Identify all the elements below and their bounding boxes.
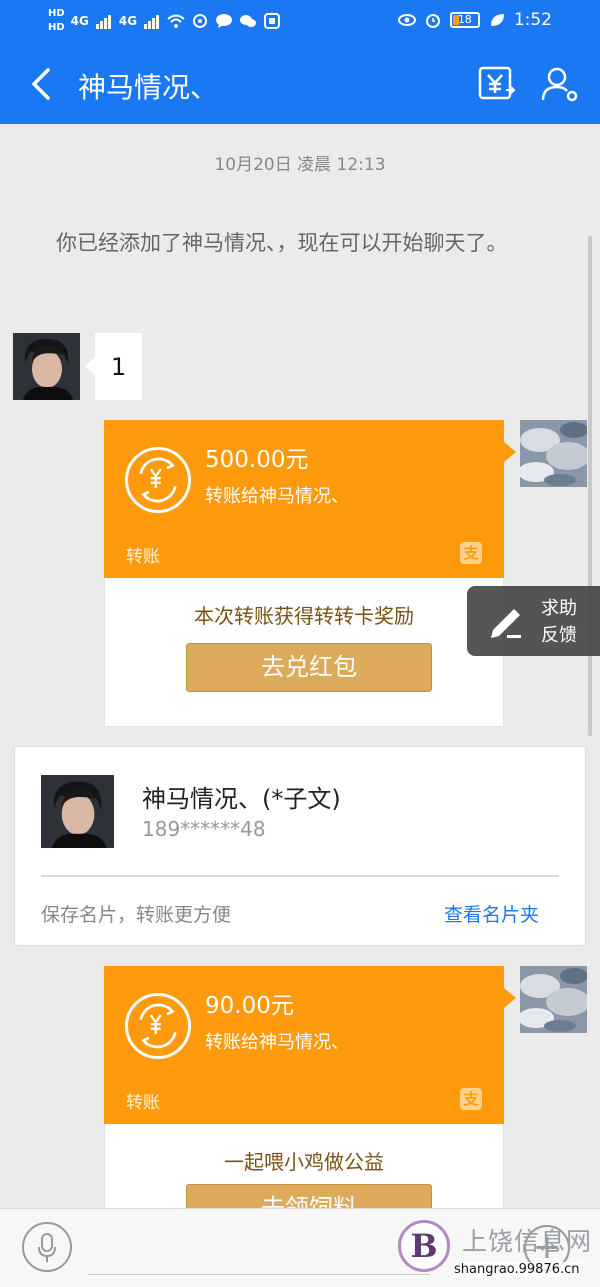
transfer-reward-section: 本次转账获得转转卡奖励 去兑红包	[104, 578, 504, 727]
transfer-card-header[interactable]: 90.00元 转账给神马情况、 转账 支	[104, 966, 516, 1124]
message-input[interactable]	[88, 1274, 430, 1275]
hd-top: HD	[48, 8, 65, 19]
sky-image	[520, 420, 587, 487]
feedback-line-2: 反馈	[541, 625, 577, 646]
voice-input-button[interactable]	[22, 1222, 72, 1272]
system-message: 你已经添加了神马情况、，现在可以开始聊天了。	[56, 231, 508, 255]
wechat-icon	[240, 15, 257, 27]
save-card-hint: 保存名片，转账更方便	[41, 904, 232, 926]
signal-bars-icon	[144, 15, 160, 29]
transfer-card-header[interactable]: 500.00元 转账给神马情况、 转账 支	[104, 420, 516, 578]
app-notification-icon	[264, 13, 281, 29]
transfer-card[interactable]: 500.00元 转账给神马情况、 转账 支 本次转账获得转转卡奖励 去兑红包	[104, 420, 516, 727]
portrait-image	[41, 775, 114, 848]
card-avatar	[41, 775, 114, 848]
sync-icon	[193, 14, 208, 28]
transfer-amount: 90.00元	[205, 993, 294, 1019]
eye-icon	[397, 14, 416, 26]
contact-avatar[interactable]	[13, 333, 80, 400]
portrait-image	[13, 333, 80, 400]
signal-1-label: 4G	[70, 14, 89, 28]
back-arrow-icon[interactable]	[26, 64, 60, 104]
status-left: HD HD 4G 4G	[48, 7, 281, 35]
scrollbar[interactable]	[588, 236, 592, 736]
wifi-icon	[167, 14, 185, 28]
watermark-logo: B	[398, 1220, 450, 1272]
reward-text: 本次转账获得转转卡奖励	[194, 604, 414, 628]
transfer-recipient: 转账给神马情况、	[205, 1032, 349, 1053]
chat-title: 神马情况、	[78, 71, 219, 104]
transfer-coin-icon	[125, 447, 191, 513]
watermark-site-name: 上饶信息网	[462, 1227, 593, 1256]
chat-timestamp: 10月20日 凌晨 12:13	[214, 155, 386, 175]
watermark: B 上饶信息网 shangrao.99876.cn	[394, 1218, 600, 1287]
leaf-icon	[490, 14, 504, 26]
transfer-label: 转账	[126, 1093, 160, 1113]
transfer-yuan-icon[interactable]	[476, 64, 516, 104]
sky-image	[520, 966, 587, 1033]
hd-bottom: HD	[48, 22, 65, 33]
hd-indicator: HD HD	[48, 7, 65, 35]
text-message-bubble[interactable]: 1	[85, 333, 142, 400]
status-right: 18 1:52	[397, 10, 552, 30]
contact-name-card[interactable]: 神马情况、(*子文) 189******48 保存名片，转账更方便 查看名片夹	[14, 746, 586, 946]
view-card-folder-link[interactable]: 查看名片夹	[444, 900, 539, 927]
alarm-icon	[425, 14, 440, 28]
battery-icon: 18	[449, 12, 480, 28]
chat-header: 神马情况、	[0, 44, 600, 124]
card-contact-name: 神马情况、(*子文)	[142, 785, 341, 813]
transfer-amount: 500.00元	[205, 447, 309, 473]
help-feedback-button[interactable]: 求助 反馈	[467, 586, 600, 656]
transfer-label: 转账	[126, 547, 160, 567]
feedback-label: 求助 反馈	[541, 595, 577, 649]
status-time: 1:52	[513, 10, 552, 30]
redeem-red-packet-button[interactable]: 去兑红包	[186, 643, 432, 692]
alipay-logo-icon: 支	[460, 542, 482, 564]
message-icon	[216, 14, 233, 28]
signal-bars-icon	[95, 15, 111, 29]
microphone-icon	[38, 1233, 56, 1262]
reward-text: 一起喂小鸡做公益	[224, 1150, 384, 1174]
card-divider	[41, 875, 559, 877]
text-message: 1	[110, 352, 127, 381]
watermark-url: shangrao.99876.cn	[454, 1262, 580, 1277]
feedback-line-1: 求助	[541, 598, 577, 619]
signal-2-label: 4G	[118, 14, 138, 28]
battery-level: 18	[457, 13, 472, 26]
pencil-edit-icon	[491, 609, 521, 638]
my-avatar[interactable]	[520, 966, 587, 1033]
status-bar: HD HD 4G 4G 18 1:52	[0, 0, 600, 44]
transfer-coin-icon	[125, 993, 191, 1059]
contact-profile-icon[interactable]	[540, 64, 580, 104]
transfer-recipient: 转账给神马情况、	[205, 486, 349, 507]
my-avatar[interactable]	[520, 420, 587, 487]
alipay-logo-icon: 支	[460, 1088, 482, 1110]
card-contact-phone: 189******48	[142, 817, 266, 841]
